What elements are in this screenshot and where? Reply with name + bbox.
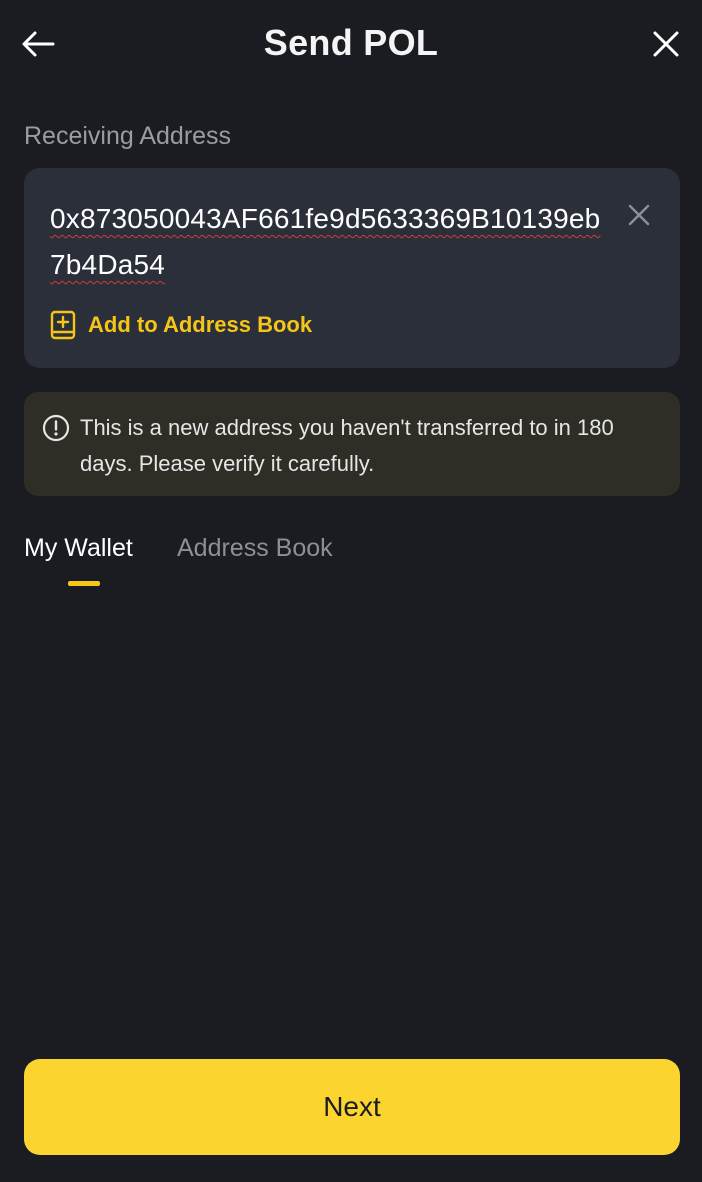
- clear-icon: [628, 204, 650, 226]
- info-icon: [42, 414, 70, 442]
- header: Send POL: [0, 0, 702, 90]
- clear-address-button[interactable]: [624, 200, 654, 230]
- address-input-card[interactable]: 0x873050043AF661fe9d5633369B10139eb7b4Da…: [24, 168, 680, 368]
- tab-my-wallet[interactable]: My Wallet: [24, 534, 133, 563]
- next-button[interactable]: Next: [24, 1059, 680, 1155]
- address-book-add-icon: [50, 310, 76, 340]
- send-pol-screen: Send POL Receiving Address 0x873050043AF…: [0, 0, 702, 1182]
- address-value: 0x873050043AF661fe9d5633369B10139eb7b4Da…: [50, 203, 601, 280]
- add-to-address-book-label: Add to Address Book: [88, 312, 313, 337]
- close-button[interactable]: [644, 24, 688, 64]
- add-to-address-book-button[interactable]: Add to Address Book: [50, 310, 312, 340]
- new-address-warning: This is a new address you haven't transf…: [24, 392, 680, 496]
- address-input[interactable]: 0x873050043AF661fe9d5633369B10139eb7b4Da…: [50, 196, 616, 288]
- receiving-address-label: Receiving Address: [24, 122, 232, 150]
- warning-text: This is a new address you haven't transf…: [80, 415, 614, 476]
- page-title: Send POL: [263, 22, 439, 63]
- active-tab-indicator: [68, 581, 100, 586]
- close-icon: [653, 31, 679, 57]
- tab-address-book[interactable]: Address Book: [177, 534, 333, 563]
